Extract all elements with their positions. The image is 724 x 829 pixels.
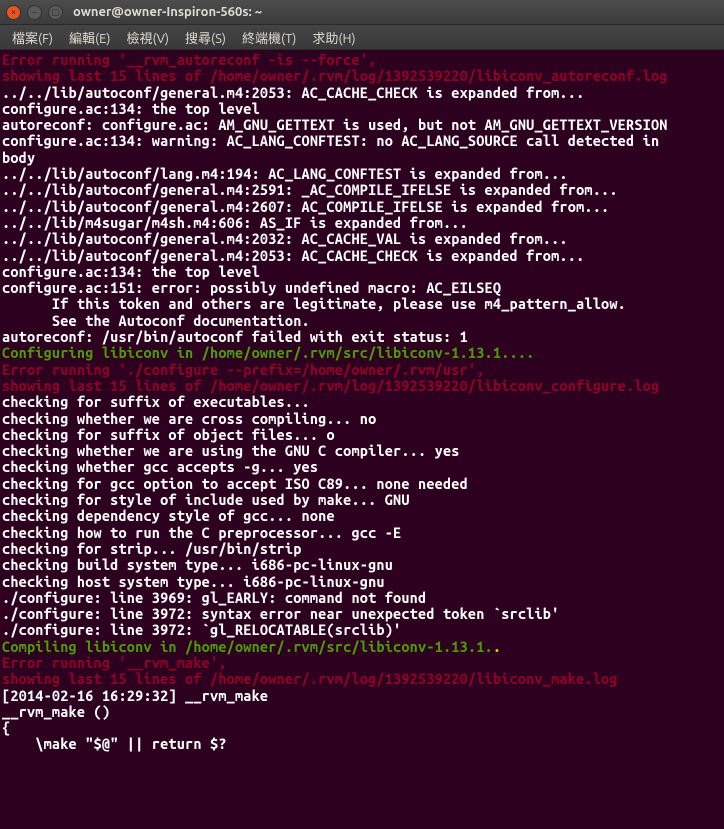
- window-titlebar: × – ▢ owner@owner-Inspiron-560s: ~: [0, 0, 724, 25]
- terminal-line: showing last 15 lines of /home/owner/.rv…: [2, 671, 724, 687]
- terminal-line: ../../lib/m4sugar/m4sh.m4:606: AS_IF is …: [2, 215, 724, 231]
- terminal-line: \make "$@" || return $?: [2, 736, 724, 752]
- terminal-line: [2014-02-16 16:29:32] __rvm_make: [2, 688, 724, 704]
- menu-file[interactable]: 檔案(F): [4, 25, 61, 50]
- terminal-line: checking host system type... i686-pc-lin…: [2, 574, 724, 590]
- menu-terminal[interactable]: 終端機(T): [234, 25, 304, 50]
- terminal-line: checking dependency style of gcc... none: [2, 508, 724, 524]
- terminal-line: checking how to run the C preprocessor..…: [2, 525, 724, 541]
- close-button[interactable]: ×: [6, 5, 21, 20]
- maximize-button[interactable]: ▢: [48, 5, 63, 20]
- terminal-line: See the Autoconf documentation.: [2, 313, 724, 329]
- terminal-line: configure.ac:134: the top level: [2, 101, 724, 117]
- menu-search[interactable]: 搜尋(S): [177, 25, 234, 50]
- window-buttons: × – ▢: [6, 5, 63, 20]
- terminal-line: __rvm_make (): [2, 704, 724, 720]
- terminal-line: ../../lib/autoconf/general.m4:2053: AC_C…: [2, 85, 724, 101]
- terminal-line: ../../lib/autoconf/general.m4:2607: AC_C…: [2, 199, 724, 215]
- terminal-line: checking whether gcc accepts -g... yes: [2, 459, 724, 475]
- minimize-button[interactable]: –: [27, 5, 42, 20]
- menu-view[interactable]: 檢視(V): [119, 25, 177, 50]
- menu-help[interactable]: 求助(H): [304, 25, 363, 50]
- terminal-line: If this token and others are legitimate,…: [2, 296, 724, 312]
- terminal-line: checking whether we are cross compiling.…: [2, 411, 724, 427]
- terminal-line: ../../lib/autoconf/general.m4:2591: _AC_…: [2, 182, 724, 198]
- terminal-line: checking for gcc option to accept ISO C8…: [2, 476, 724, 492]
- terminal-line: configure.ac:134: warning: AC_LANG_CONFT…: [2, 133, 724, 149]
- terminal-line: ./configure: line 3972: `gl_RELOCATABLE(…: [2, 622, 724, 638]
- terminal-line: checking for strip... /usr/bin/strip: [2, 541, 724, 557]
- terminal-line: ./configure: line 3972: syntax error nea…: [2, 606, 724, 622]
- terminal-line: Error running '__rvm_make',: [2, 655, 724, 671]
- terminal-line: checking for style of include used by ma…: [2, 492, 724, 508]
- terminal-line: showing last 15 lines of /home/owner/.rv…: [2, 68, 724, 84]
- terminal-line: configure.ac:134: the top level: [2, 264, 724, 280]
- terminal-line: ../../lib/autoconf/general.m4:2053: AC_C…: [2, 248, 724, 264]
- terminal-line: {: [2, 720, 724, 736]
- menubar: 檔案(F) 編輯(E) 檢視(V) 搜尋(S) 終端機(T) 求助(H): [0, 25, 724, 50]
- terminal-line: autoreconf: configure.ac: AM_GNU_GETTEXT…: [2, 117, 724, 133]
- terminal-output[interactable]: Error running '__rvm_autoreconf -is --fo…: [0, 50, 724, 829]
- terminal-line: showing last 15 lines of /home/owner/.rv…: [2, 378, 724, 394]
- terminal-line: checking build system type... i686-pc-li…: [2, 557, 724, 573]
- terminal-line: ./configure: line 3969: gl_EARLY: comman…: [2, 590, 724, 606]
- window-title: owner@owner-Inspiron-560s: ~: [73, 5, 262, 19]
- terminal-line: Error running './configure --prefix=/hom…: [2, 362, 724, 378]
- terminal-line: Configuring libiconv in /home/owner/.rvm…: [2, 345, 724, 361]
- terminal-line: ../../lib/autoconf/general.m4:2032: AC_C…: [2, 231, 724, 247]
- menu-edit[interactable]: 編輯(E): [61, 25, 118, 50]
- terminal-line: checking whether we are using the GNU C …: [2, 443, 724, 459]
- terminal-line: Error running '__rvm_autoreconf -is --fo…: [2, 52, 724, 68]
- terminal-line: ../../lib/autoconf/lang.m4:194: AC_LANG_…: [2, 166, 724, 182]
- terminal-line: body: [2, 150, 724, 166]
- terminal-line: Compiling libiconv in /home/owner/.rvm/s…: [2, 639, 724, 655]
- terminal-line: checking for suffix of object files... o: [2, 427, 724, 443]
- terminal-line: autoreconf: /usr/bin/autoconf failed wit…: [2, 329, 724, 345]
- terminal-line: checking for suffix of executables...: [2, 394, 724, 410]
- terminal-line: configure.ac:151: error: possibly undefi…: [2, 280, 724, 296]
